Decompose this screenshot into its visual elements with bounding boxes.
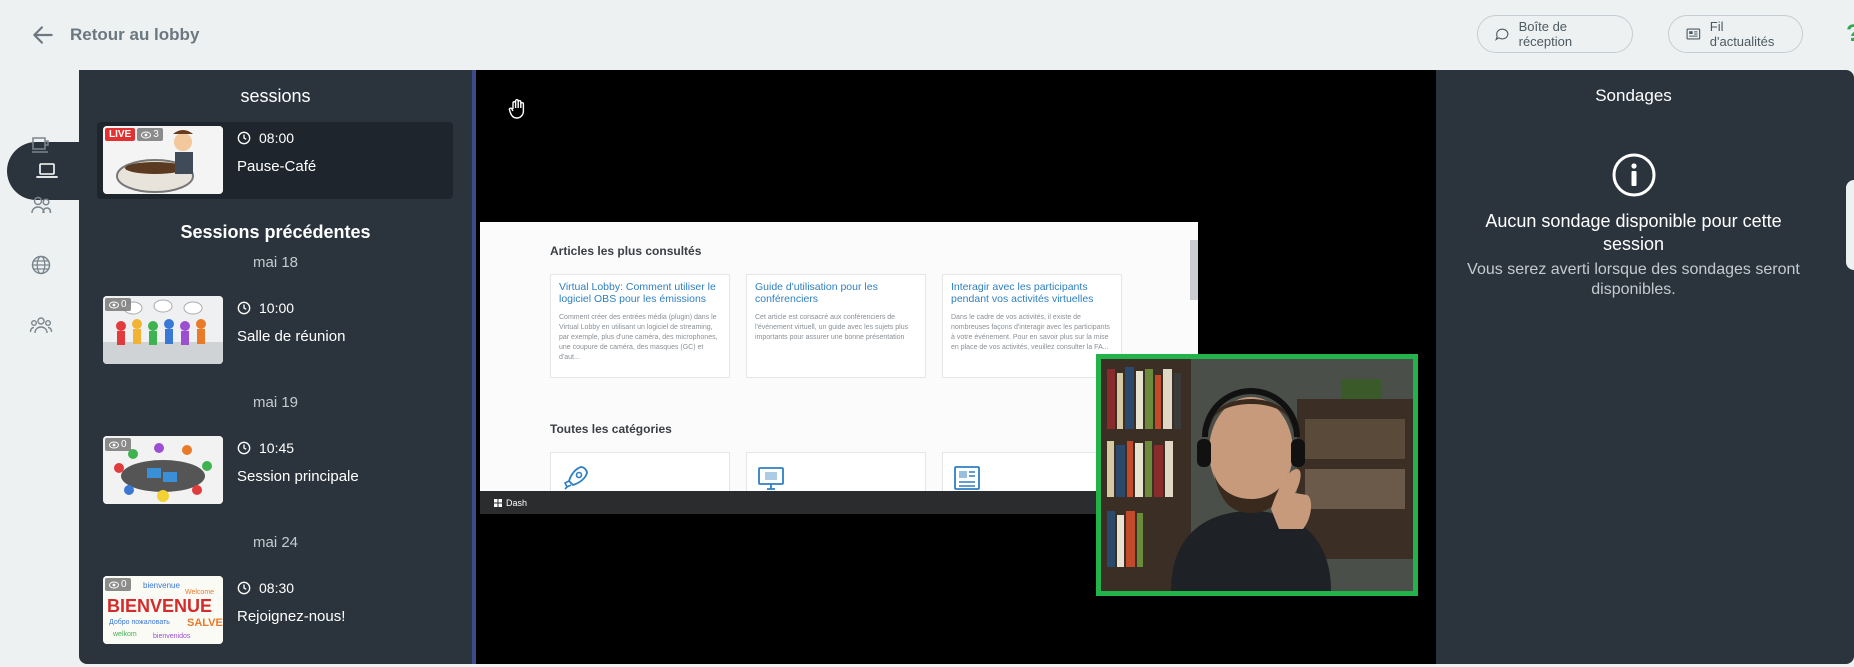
session-time: 08:30 [237,580,294,596]
session-card[interactable]: 0 10:00 Salle de réunion [97,292,453,369]
globe-icon [31,255,51,275]
viewer-count: 0 [121,299,127,310]
article-excerpt: Cet article est consacré aux conférencie… [755,314,909,341]
svg-text:Welcome: Welcome [185,589,214,596]
raise-hand-icon[interactable] [508,98,528,120]
polls-notice: Vous serez averti lorsque des sondages s… [1467,261,1800,298]
inbox-button[interactable]: Boîte de réception [1477,15,1633,53]
speaker-camera-feed [1096,354,1418,596]
eye-icon [141,131,152,138]
session-card[interactable]: 0 10:45 Session principale [97,432,453,509]
session-time: 10:45 [237,440,294,456]
clock-icon [237,131,251,145]
session-name: Pause-Café [237,158,317,175]
svg-text:welkom: welkom [112,631,137,638]
eye-icon [109,301,119,308]
session-thumbnail: LIVE 3 [103,126,223,194]
previous-sessions-title: Sessions précédentes [180,222,371,242]
viewer-count-badge: 0 [105,578,131,591]
info-icon [1612,153,1656,197]
polls-panel: Sondages Aucun sondage disponible pour c… [1436,70,1831,664]
back-to-lobby-link[interactable]: Retour au lobby [70,25,199,45]
date-label: mai 18 [252,254,299,271]
video-stage: Articles les plus consultés Virtual Lobb… [472,70,1436,664]
svg-text:Добро пожаловать: Добро пожаловать [109,618,170,626]
viewer-count: 3 [153,129,159,140]
svg-text:bienvenue: bienvenue [143,581,180,590]
viewer-count-badge: 3 [137,128,163,141]
news-feed-label: Fil d'actualités [1709,19,1775,49]
viewer-count: 0 [121,439,127,450]
no-polls-message: Aucun sondage disponible pour cette sess… [1485,211,1782,254]
scrollbar[interactable] [1190,240,1198,300]
session-time-text: 10:00 [259,300,295,316]
session-time-text: 08:00 [259,130,295,146]
taskbar: Dash [480,491,1198,514]
categories-heading: Toutes les catégories [550,422,672,436]
top-bar: Retour au lobby Boîte de réception Fil d… [0,0,1854,70]
article-excerpt: Comment créer des entrées média (plugin)… [559,314,718,361]
laptop-icon [36,163,58,178]
article-excerpt: Dans le cadre de vos activités, il exist… [951,314,1110,351]
viewer-count-badge: 0 [105,298,131,311]
back-arrow-icon[interactable] [30,22,56,48]
help-center-page: Articles les plus consultés Virtual Lobb… [480,222,1198,502]
news-feed-button[interactable]: Fil d'actualités [1668,15,1803,53]
session-time: 08:00 [237,130,294,146]
date-label: mai 24 [252,534,299,551]
session-name: Salle de réunion [237,328,346,345]
clock-icon [237,301,251,315]
chat-bubble-icon [1494,28,1509,41]
nav-group[interactable] [28,312,54,338]
article-card[interactable]: Interagir avec les participants pendant … [942,274,1122,378]
cutoff-indicator: ? [1846,20,1854,48]
inbox-label: Boîte de réception [1518,19,1573,49]
nav-people[interactable] [28,192,54,218]
article-title: Virtual Lobby: Comment utiliser le logic… [559,281,716,305]
session-time-text: 10:45 [259,440,295,456]
article-card[interactable]: Virtual Lobby: Comment utiliser le logic… [550,274,730,378]
clock-icon [237,441,251,455]
session-time: 10:00 [237,300,294,316]
panel-notch [1846,180,1854,270]
article-title: Guide d'utilisation pour les conférencie… [755,281,878,305]
session-thumbnail: bienvenue Welcome BIENVENUE Добро пожало… [103,576,223,644]
panel-edge [1831,70,1854,664]
live-badge: LIVE [105,128,136,141]
nav-globe[interactable] [28,252,54,278]
article-card[interactable]: Guide d'utilisation pour les conférencie… [746,274,926,378]
most-viewed-heading: Articles les plus consultés [550,244,702,258]
article-title: Interagir avec les participants pendant … [951,281,1094,305]
group-icon [29,317,53,334]
screen-share: Articles les plus consultés Virtual Lobb… [480,222,1198,514]
viewer-count: 0 [121,579,127,590]
session-thumbnail: 0 [103,436,223,504]
svg-text:SALVE: SALVE [187,617,223,629]
svg-text:bienvenidos: bienvenidos [153,633,191,640]
people-icon [31,196,52,214]
date-label: mai 19 [252,394,299,411]
left-nav-rail [0,70,97,667]
newspaper-icon [1686,28,1701,40]
eye-icon [109,441,119,448]
nav-coffee[interactable] [28,132,54,158]
session-name: Session principale [237,468,359,485]
session-thumbnail: 0 [103,296,223,364]
clock-icon [237,581,251,595]
session-name: Rejoignez-nous! [237,608,346,625]
session-time-text: 08:30 [259,580,295,596]
eye-icon [109,581,119,588]
sessions-panel: sessions LIVE 3 08:00 Pause-Café Session… [79,70,472,664]
viewer-count-badge: 0 [105,438,131,451]
session-card-current[interactable]: LIVE 3 08:00 Pause-Café [97,122,453,199]
session-card[interactable]: bienvenue Welcome BIENVENUE Добро пожало… [97,572,453,649]
svg-text:BIENVENUE: BIENVENUE [107,596,212,616]
polls-title: Sondages [1595,86,1672,105]
sessions-title: sessions [240,86,311,106]
coffee-icon [32,137,49,153]
taskbar-label: Dash [506,497,528,508]
grid-icon [494,498,502,507]
